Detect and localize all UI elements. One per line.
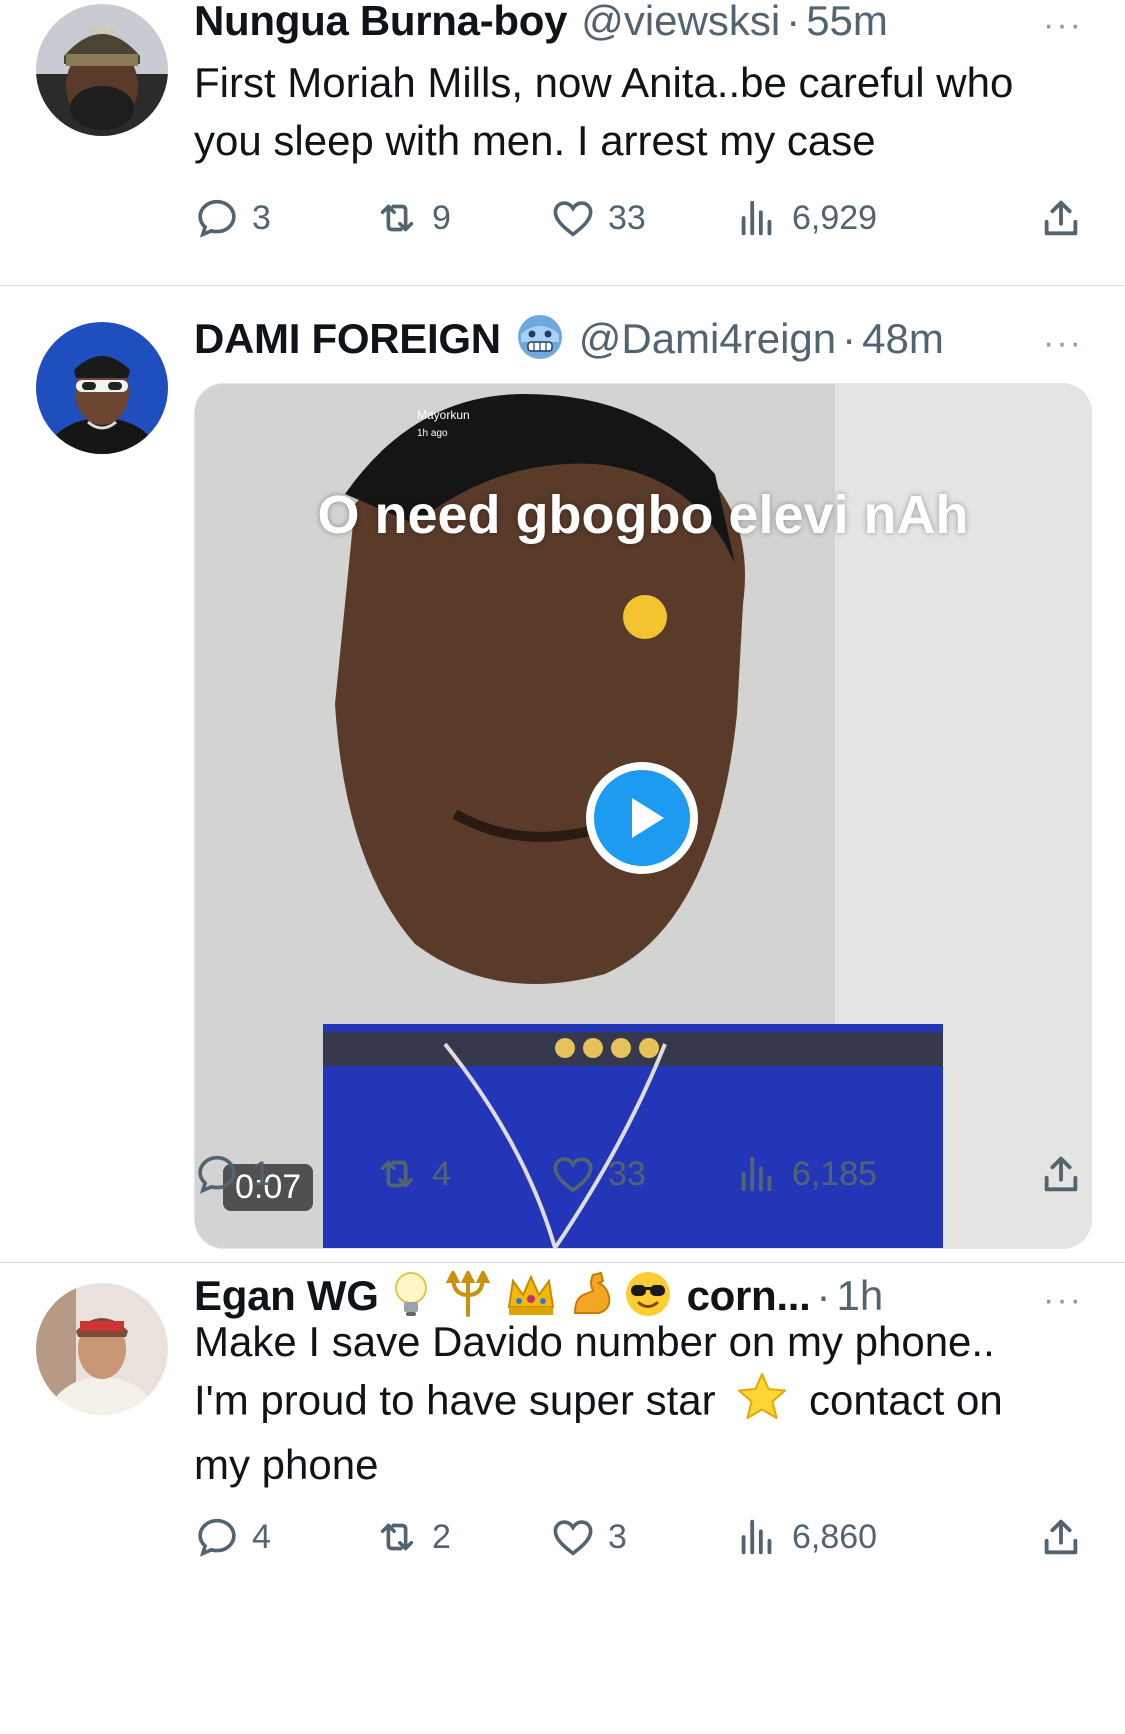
- retweet-icon: [380, 204, 414, 232]
- retweet-button[interactable]: 4: [374, 1144, 451, 1204]
- reply-icon: [198, 1155, 236, 1194]
- action-bar: 3 9 33 6,929: [194, 188, 1094, 248]
- like-icon: [553, 1520, 593, 1556]
- retweet-button[interactable]: 9: [374, 188, 451, 248]
- view-count: 6,860: [792, 1517, 878, 1556]
- view-count: 6,929: [792, 198, 878, 237]
- reply-icon: [198, 1518, 236, 1557]
- tweet-text-line: my phone: [194, 1441, 379, 1488]
- like-button[interactable]: 33: [550, 188, 646, 248]
- views-icon: [741, 200, 772, 236]
- avatar[interactable]: [36, 1283, 168, 1415]
- tweet-text: First Moriah Mills, now Anita..be carefu…: [194, 59, 1014, 164]
- timestamp[interactable]: 55m: [806, 0, 888, 45]
- video-overlay-username: Mayorkun: [417, 408, 470, 422]
- retweet-count: 2: [432, 1517, 451, 1556]
- like-count: 33: [608, 198, 646, 237]
- share-button[interactable]: [1038, 188, 1096, 248]
- reply-button[interactable]: 3: [194, 188, 271, 248]
- display-name[interactable]: Nungua Burna-boy: [194, 0, 567, 45]
- play-button[interactable]: [586, 762, 698, 874]
- play-icon: [594, 770, 690, 866]
- tweet-1[interactable]: BOSS Nungua Burna-boy @viewsksi · 55m ··…: [0, 0, 1125, 285]
- more-options-icon[interactable]: ···: [1043, 324, 1083, 363]
- tweet-2[interactable]: DAMI FOREIGN @Dami4reign · 48m ··· Mayor…: [0, 286, 1125, 1366]
- action-bar: 4 2 3 6,860: [194, 1507, 1094, 1567]
- reply-count: 4: [252, 1517, 271, 1556]
- like-button[interactable]: 33: [550, 1144, 646, 1204]
- share-button[interactable]: [1038, 1144, 1096, 1204]
- cold-face-emoji-icon: [515, 314, 565, 364]
- reply-count: 3: [252, 198, 271, 237]
- tweet-header: DAMI FOREIGN @Dami4reign · 48m: [194, 314, 1015, 364]
- tweet-text-part: I'm proud to have super star: [194, 1376, 716, 1424]
- retweet-button[interactable]: 2: [374, 1507, 451, 1567]
- retweet-icon: [380, 1160, 414, 1188]
- reply-button[interactable]: 4: [194, 1507, 271, 1567]
- like-count: 33: [608, 1154, 646, 1193]
- tweet-text-line: Make I save Davido number on my phone..: [194, 1318, 995, 1365]
- video-overlay-time: 1h ago: [417, 428, 448, 439]
- retweet-count: 9: [432, 198, 451, 237]
- views-button[interactable]: 6,185: [734, 1144, 877, 1204]
- svg-text:BOSS: BOSS: [88, 26, 115, 37]
- video-player[interactable]: Mayorkun 1h ago O need gbogbo elevi nAh …: [194, 383, 1092, 1249]
- share-icon: [1044, 1519, 1078, 1555]
- action-bar-tweet-2: 1 4 33 6,185: [194, 1144, 1094, 1204]
- like-button[interactable]: 3: [550, 1507, 627, 1567]
- tweet-3[interactable]: Egan WG corn... · 1h ··· Make I save Dav…: [0, 1263, 1125, 1734]
- share-button[interactable]: [1038, 1507, 1096, 1567]
- display-name[interactable]: DAMI FOREIGN: [194, 315, 501, 363]
- retweet-count: 4: [432, 1154, 451, 1193]
- separator-dot: ·: [786, 0, 801, 44]
- views-button[interactable]: 6,929: [734, 188, 877, 248]
- avatar[interactable]: [36, 322, 168, 454]
- share-icon: [1044, 1156, 1078, 1192]
- tweet-text-part: contact on: [808, 1376, 1003, 1424]
- video-caption: O need gbogbo elevi nAh: [317, 485, 969, 545]
- retweet-icon: [380, 1523, 414, 1551]
- views-icon: [741, 1156, 772, 1192]
- timestamp[interactable]: 48m: [862, 315, 944, 363]
- reply-button[interactable]: 1: [194, 1144, 271, 1204]
- like-icon: [553, 1157, 593, 1193]
- more-options-icon[interactable]: ···: [1043, 6, 1083, 45]
- like-icon: [553, 201, 593, 237]
- share-icon: [1044, 200, 1078, 236]
- views-button[interactable]: 6,860: [734, 1507, 877, 1567]
- separator-dot: ·: [842, 315, 857, 362]
- tweet-text: Make I save Davido number on my phone.. …: [194, 1313, 1094, 1494]
- user-handle[interactable]: @Dami4reign: [579, 315, 836, 363]
- reply-count: 1: [252, 1154, 271, 1193]
- reply-icon: [198, 199, 236, 238]
- view-count: 6,185: [792, 1154, 878, 1193]
- user-handle[interactable]: @viewsksi: [581, 0, 780, 45]
- tweet-text-line: I'm proud to have super star contact on: [194, 1371, 1094, 1436]
- avatar[interactable]: BOSS: [36, 4, 168, 136]
- tweet-header: Nungua Burna-boy @viewsksi · 55m: [194, 0, 1015, 46]
- views-icon: [741, 1519, 772, 1555]
- star-emoji-icon: [735, 1371, 789, 1436]
- like-count: 3: [608, 1517, 627, 1556]
